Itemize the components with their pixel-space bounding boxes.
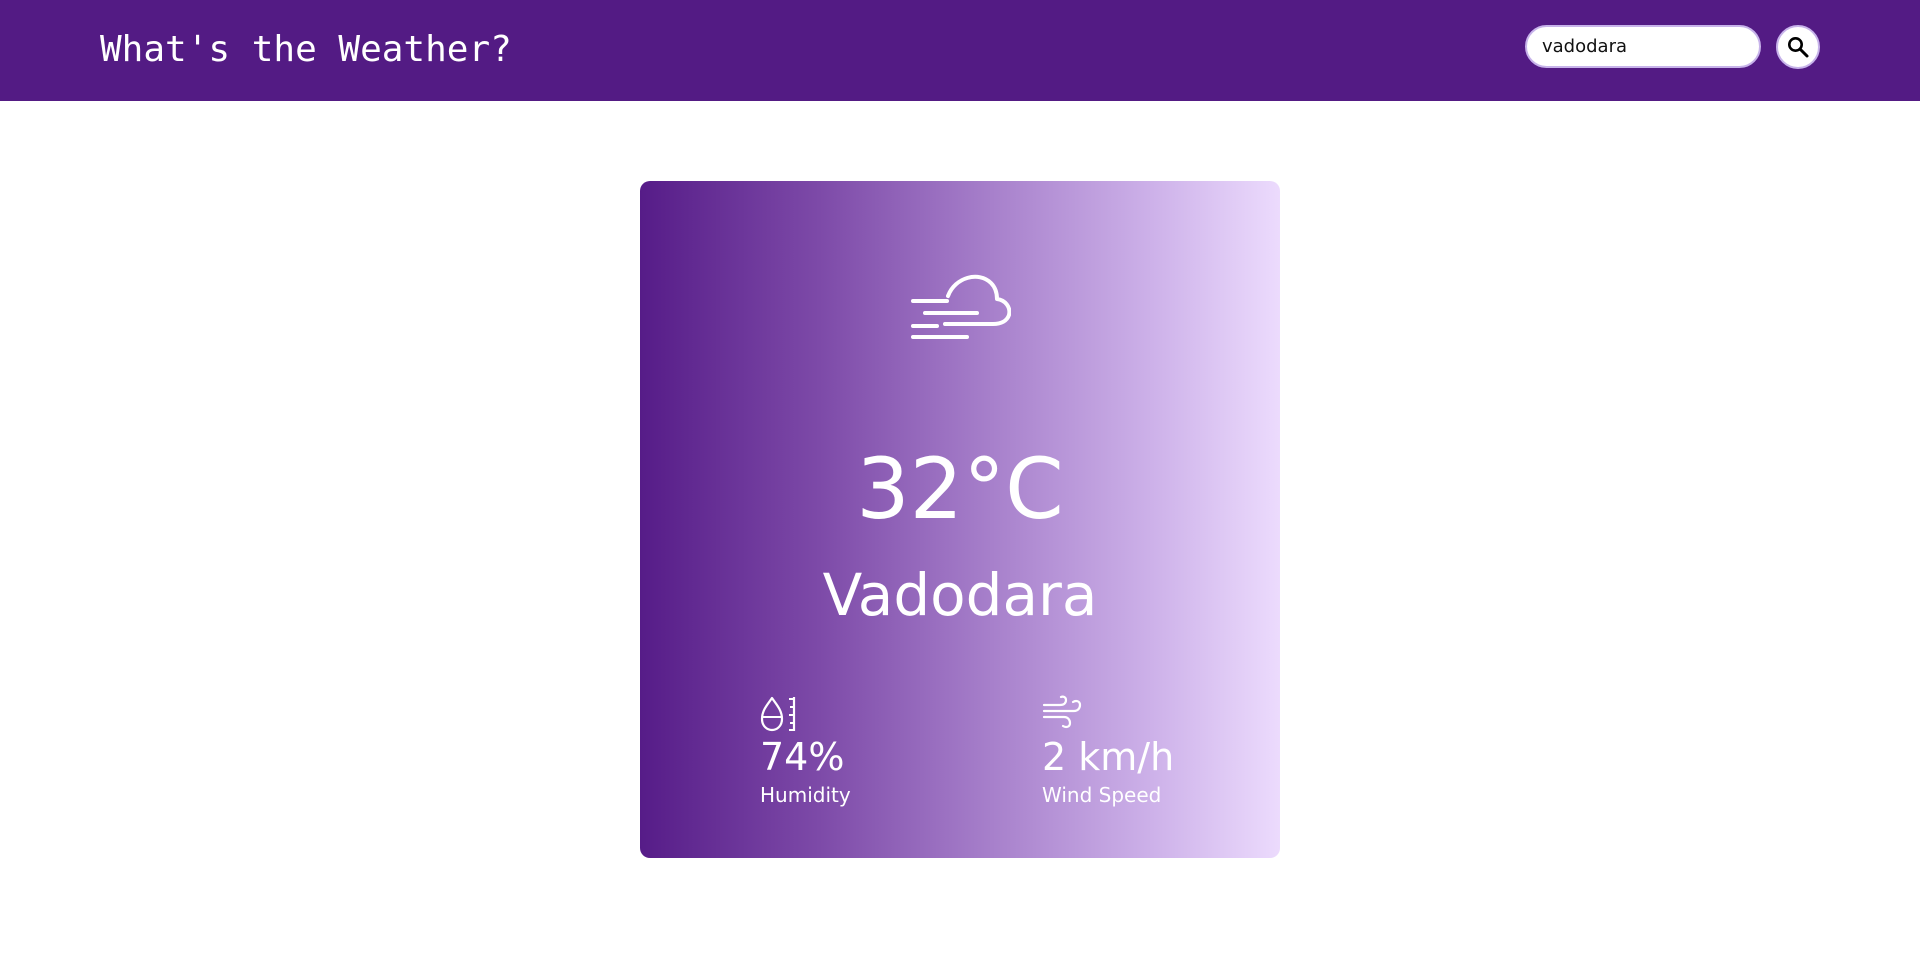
search-icon [1788,37,1809,58]
temperature-value: 32°C [856,440,1064,538]
wind-speed-value: 2 km/h [1042,735,1175,779]
city-name: Vadodara [822,561,1098,629]
humidity-stat: 74% Humidity [760,695,851,807]
weather-card: 32°C Vadodara 74% Humidity 2 km/h Wind S… [640,181,1280,858]
humidity-icon [760,696,796,732]
humidity-value: 74% [760,735,845,779]
city-search-input[interactable] [1525,25,1761,68]
wind-icon [1042,695,1082,729]
mist-icon [911,274,1011,339]
search-button[interactable] [1776,25,1820,69]
wind-stat: 2 km/h Wind Speed [1042,695,1174,807]
app-title: What's the Weather? [100,29,512,70]
humidity-label: Humidity [760,783,851,807]
wind-speed-label: Wind Speed [1042,783,1162,807]
top-navbar: What's the Weather? [0,0,1920,101]
